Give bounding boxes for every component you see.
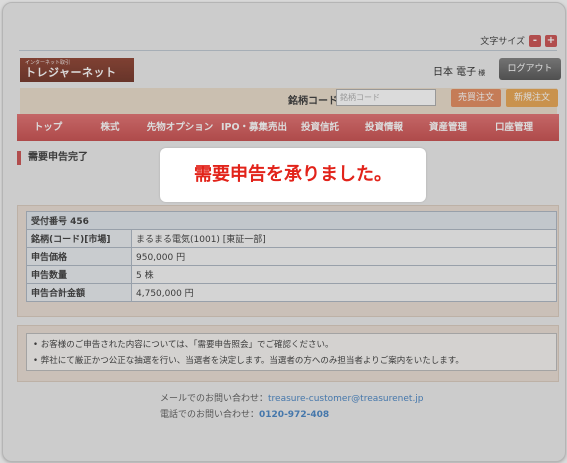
new-order-button[interactable]: 新規注文 bbox=[506, 89, 558, 107]
site-logo[interactable]: インターネット取引 トレジャーネット bbox=[20, 58, 134, 82]
note-item: • 弊社にて厳正かつ公正な抽選を行い、当選者を決定します。当選者の方へのみ担当者… bbox=[33, 356, 464, 366]
confirmation-message: 需要申告を承りました。 bbox=[160, 148, 426, 202]
row-label: 申告数量 bbox=[26, 265, 132, 284]
mail-contact-label: メールでのお問い合わせ： bbox=[160, 394, 269, 404]
table-row: 申告価格 950,000 円 bbox=[26, 247, 557, 266]
nav-ipo[interactable]: IPO・募集売出 bbox=[219, 114, 289, 141]
user-name: 日本 電子様 bbox=[433, 63, 485, 78]
font-size-control: 文字サイズ - + bbox=[480, 34, 557, 47]
header-divider bbox=[19, 50, 557, 51]
nav-investment-info[interactable]: 投資情報 bbox=[351, 114, 417, 141]
phone-contact: 電話でのお問い合わせ：0120-972-408 bbox=[160, 407, 329, 420]
nav-futures-options[interactable]: 先物オプション bbox=[141, 114, 219, 141]
trade-order-button[interactable]: 売買注文 bbox=[451, 89, 501, 107]
receipt-number: 受付番号 456 bbox=[26, 211, 557, 230]
phone-contact-label: 電話でのお問い合わせ： bbox=[160, 410, 260, 420]
mail-contact-link[interactable]: treasure-customer@treasurenet.jp bbox=[268, 394, 424, 404]
row-label: 申告合計金額 bbox=[26, 283, 132, 302]
stock-code-input[interactable]: 銘柄コード bbox=[336, 89, 436, 106]
page-title: 需要申告完了 bbox=[17, 151, 88, 165]
nav-investment-trust[interactable]: 投資信託 bbox=[289, 114, 351, 141]
logo-subtitle: インターネット取引 bbox=[25, 60, 71, 66]
row-value: 5 株 bbox=[131, 265, 557, 284]
notes-list: • お客様のご申告された内容については、「需要申告照会」でご確認ください。 • … bbox=[26, 333, 557, 371]
nav-stocks[interactable]: 株式 bbox=[79, 114, 141, 141]
row-label: 銘柄(コード)[市場] bbox=[26, 229, 132, 248]
nav-account-management[interactable]: 口座管理 bbox=[479, 114, 549, 141]
stock-code-label: 銘柄コード bbox=[288, 96, 338, 107]
logo-title: トレジャーネット bbox=[25, 66, 117, 79]
row-value: まるまる電気(1001) [東証一部] bbox=[131, 229, 557, 248]
mail-contact: メールでのお問い合わせ：treasure-customer@treasurene… bbox=[160, 391, 424, 404]
row-value: 950,000 円 bbox=[131, 247, 557, 266]
main-nav: トップ 株式 先物オプション IPO・募集売出 投資信託 投資情報 資産管理 口… bbox=[17, 114, 559, 141]
logout-button[interactable]: ログアウト bbox=[499, 58, 561, 80]
row-label: 申告価格 bbox=[26, 247, 132, 266]
table-row: 銘柄(コード)[市場] まるまる電気(1001) [東証一部] bbox=[26, 229, 557, 248]
user-name-text: 日本 電子 bbox=[433, 67, 477, 78]
note-item: • お客様のご申告された内容については、「需要申告照会」でご確認ください。 bbox=[33, 340, 334, 350]
nav-top[interactable]: トップ bbox=[17, 114, 79, 141]
table-row: 受付番号 456 bbox=[26, 211, 557, 230]
row-value: 4,750,000 円 bbox=[131, 283, 557, 302]
font-increase-button[interactable]: + bbox=[545, 34, 557, 47]
font-size-label: 文字サイズ bbox=[480, 37, 525, 47]
honorific: 様 bbox=[478, 69, 486, 77]
nav-asset-management[interactable]: 資産管理 bbox=[417, 114, 479, 141]
table-row: 申告合計金額 4,750,000 円 bbox=[26, 283, 557, 302]
font-decrease-button[interactable]: - bbox=[529, 34, 541, 47]
table-row: 申告数量 5 株 bbox=[26, 265, 557, 284]
phone-number[interactable]: 0120-972-408 bbox=[259, 410, 329, 420]
order-detail-table: 受付番号 456 銘柄(コード)[市場] まるまる電気(1001) [東証一部]… bbox=[26, 211, 557, 302]
